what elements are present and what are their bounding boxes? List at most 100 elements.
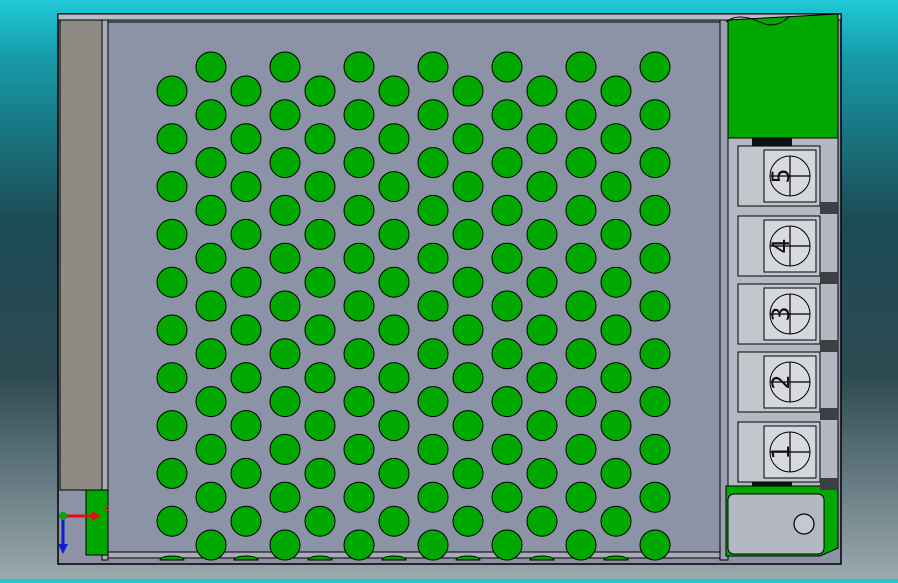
vent-hole: [343, 99, 375, 131]
vent-hole: [639, 194, 671, 226]
vent-hole: [156, 75, 188, 107]
vent-hole: [600, 266, 632, 298]
terminal-label: 1: [767, 444, 795, 459]
mounting-hole: [793, 513, 815, 535]
vent-hole: [195, 338, 227, 370]
vent-hole: [269, 529, 301, 561]
vent-hole: [156, 218, 188, 250]
vent-hole: [269, 147, 301, 179]
vent-hole: [452, 505, 484, 537]
vent-hole: [195, 242, 227, 274]
terminal-separator: [820, 478, 838, 490]
terminal-separator: [820, 272, 838, 284]
vent-hole: [639, 529, 671, 561]
terminal-label: 4: [767, 238, 795, 253]
vent-hole: [230, 457, 262, 489]
vent-hole: [195, 481, 227, 513]
terminal-separator: [820, 202, 838, 214]
vent-hole: [343, 338, 375, 370]
left-wall-edge: [101, 19, 109, 561]
vent-hole: [156, 362, 188, 394]
vent-hole: [600, 457, 632, 489]
vent-hole: [600, 171, 632, 203]
vent-hole: [195, 147, 227, 179]
vent-hole: [378, 123, 410, 155]
vent-hole: [491, 433, 523, 465]
vent-hole: [269, 99, 301, 131]
vent-hole: [269, 51, 301, 83]
vent-hole: [304, 410, 336, 442]
vent-hole: [156, 410, 188, 442]
vent-hole: [304, 171, 336, 203]
vent-hole: [230, 314, 262, 346]
vent-hole: [343, 147, 375, 179]
vent-hole: [600, 362, 632, 394]
vent-hole: [378, 218, 410, 250]
vent-hole: [417, 433, 449, 465]
vent-hole: [378, 362, 410, 394]
vent-hole: [195, 51, 227, 83]
vent-hole: [269, 290, 301, 322]
terminal-separator: [820, 340, 838, 352]
vent-hole: [304, 505, 336, 537]
vent-hole: [491, 147, 523, 179]
terminal-label: 5: [767, 168, 795, 183]
vent-hole: [417, 290, 449, 322]
vent-hole: [565, 529, 597, 561]
vent-hole: [491, 529, 523, 561]
vent-hole: [452, 123, 484, 155]
vent-hole: [526, 75, 558, 107]
left-side-wall: [59, 19, 103, 491]
vent-hole: [230, 362, 262, 394]
vent-hole: [230, 410, 262, 442]
vent-hole: [600, 314, 632, 346]
vent-hole: [343, 51, 375, 83]
vent-hole: [639, 51, 671, 83]
vent-hole: [195, 386, 227, 418]
vent-hole: [230, 505, 262, 537]
vent-hole: [195, 433, 227, 465]
vent-hole: [565, 386, 597, 418]
vent-hole: [491, 481, 523, 513]
housing-top-rim: [57, 13, 842, 21]
vent-hole: [269, 481, 301, 513]
vent-hole: [417, 338, 449, 370]
vent-hole: [639, 147, 671, 179]
vent-hole: [230, 218, 262, 250]
vent-hole: [378, 410, 410, 442]
vent-hole: [417, 529, 449, 561]
vent-hole: [639, 290, 671, 322]
vent-hole: [343, 386, 375, 418]
cad-viewport[interactable]: 5 4 3 2 1 X: [0, 0, 898, 579]
vent-hole: [565, 338, 597, 370]
vent-hole: [491, 99, 523, 131]
vent-hole: [378, 75, 410, 107]
terminal-label: 2: [767, 374, 795, 389]
vent-hole: [491, 338, 523, 370]
vent-hole: [156, 123, 188, 155]
vent-hole: [304, 362, 336, 394]
vent-hole: [452, 410, 484, 442]
vent-hole: [343, 433, 375, 465]
x-axis-label: X: [103, 504, 110, 515]
vent-hole: [491, 386, 523, 418]
vent-hole: [343, 242, 375, 274]
vent-hole: [452, 314, 484, 346]
vent-hole: [526, 362, 558, 394]
vent-hole: [639, 481, 671, 513]
model-view[interactable]: 5 4 3 2 1 X: [0, 0, 898, 579]
vent-hole: [491, 194, 523, 226]
vent-hole: [269, 338, 301, 370]
vent-hole: [526, 218, 558, 250]
vent-hole: [304, 266, 336, 298]
vent-hole: [526, 171, 558, 203]
vent-hole: [452, 75, 484, 107]
vent-hole: [269, 433, 301, 465]
vent-hole: [195, 99, 227, 131]
vent-hole: [269, 194, 301, 226]
vent-hole: [600, 218, 632, 250]
vent-hole: [230, 123, 262, 155]
vent-hole: [565, 99, 597, 131]
vent-hole: [304, 75, 336, 107]
vent-hole: [491, 242, 523, 274]
